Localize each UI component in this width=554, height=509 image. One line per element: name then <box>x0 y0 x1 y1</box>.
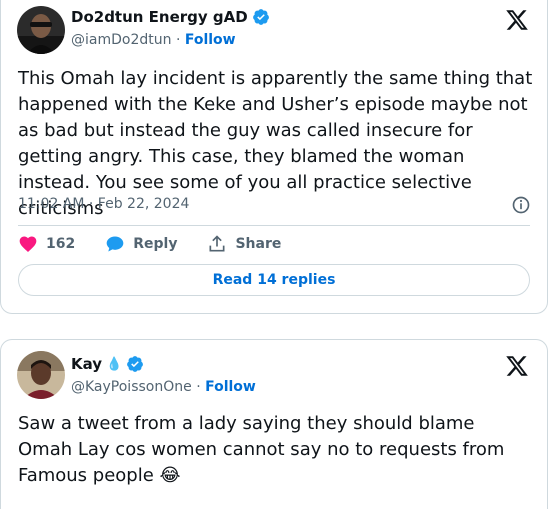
share-button[interactable]: Share <box>207 234 281 254</box>
follow-button[interactable]: Follow <box>185 32 236 48</box>
read-replies-button[interactable]: Read 14 replies <box>18 264 530 296</box>
share-icon <box>209 235 225 252</box>
tweet-text: Saw a tweet from a lady saying they shou… <box>18 411 533 489</box>
avatar[interactable] <box>17 6 65 54</box>
handle[interactable]: @KayPoissonOne <box>71 379 192 395</box>
heart-icon <box>19 236 37 252</box>
reply-button[interactable]: Reply <box>105 234 177 254</box>
droplet-emoji-icon: 💧 <box>106 356 123 372</box>
avatar[interactable] <box>17 351 65 399</box>
laughing-emoji-icon: 😂 <box>159 465 181 486</box>
verified-badge-icon <box>127 356 144 372</box>
action-bar: 162 Reply Share <box>18 233 311 255</box>
separator: · <box>196 379 201 395</box>
share-label: Share <box>235 236 282 252</box>
handle-line: @KayPoissonOne · Follow <box>71 379 256 395</box>
handle-line: @iamDo2dtun · Follow <box>71 32 236 48</box>
handle[interactable]: @iamDo2dtun <box>71 32 171 48</box>
separator: · <box>175 32 181 48</box>
reply-bubble-icon <box>106 236 124 252</box>
follow-button[interactable]: Follow <box>205 379 256 395</box>
verified-badge-icon <box>252 9 269 25</box>
reply-label: Reply <box>133 236 178 252</box>
read-replies-label: Read 14 replies <box>212 272 336 288</box>
x-logo-icon[interactable] <box>505 8 529 32</box>
info-icon[interactable] <box>511 195 531 215</box>
display-name[interactable]: Kay 💧 <box>71 355 144 373</box>
divider <box>18 225 530 226</box>
like-button[interactable]: 162 <box>18 234 75 254</box>
tweet-card-1: Do2dtun Energy gAD @iamDo2dtun · Follow … <box>0 0 548 314</box>
tweet-card-2: Kay 💧 @KayPoissonOne · Follow Saw a twee… <box>0 339 548 509</box>
display-name-text[interactable]: Do2dtun Energy gAD <box>71 8 248 26</box>
display-name-text[interactable]: Kay <box>71 355 102 373</box>
like-count: 162 <box>46 236 76 252</box>
timestamp[interactable]: 11:02 AM · Feb 22, 2024 <box>18 196 189 212</box>
display-name[interactable]: Do2dtun Energy gAD <box>71 8 270 26</box>
tweet-text-content: Saw a tweet from a lady saying they shou… <box>18 413 505 486</box>
x-logo-icon[interactable] <box>505 354 529 378</box>
